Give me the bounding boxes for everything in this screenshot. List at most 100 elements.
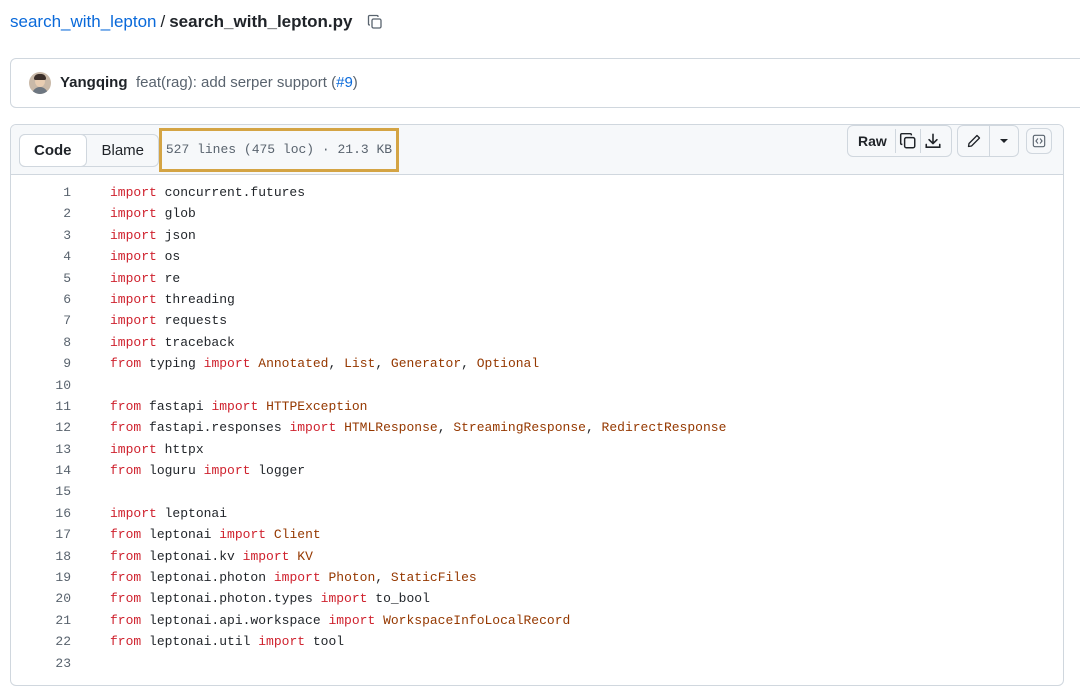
code-text: import leptonai (110, 503, 227, 524)
keyword-token: import (110, 185, 157, 200)
code-text: from leptonai import Client (110, 524, 321, 545)
line-number[interactable]: 21 (11, 610, 71, 631)
keyword-token: from (110, 463, 142, 479)
text-token: httpx (156, 441, 204, 457)
copy-raw-icon[interactable] (894, 129, 920, 153)
text-token: requests (156, 313, 228, 329)
avatar[interactable] (29, 72, 51, 94)
code-line: 3 import json (11, 225, 1063, 246)
text-token: to_bool (367, 591, 430, 607)
keyword-token: from (110, 591, 142, 607)
download-icon[interactable] (919, 129, 945, 153)
line-number[interactable]: 16 (11, 503, 71, 524)
code-line: 10 (11, 375, 1063, 396)
commit-pr-link[interactable]: #9 (336, 74, 353, 91)
line-number[interactable]: 7 (11, 310, 71, 331)
text-token: leptonai.util (141, 634, 259, 650)
code-line: 7 import requests (11, 310, 1063, 331)
identifier-token: Photon (328, 570, 376, 586)
code-line: 12 from fastapi.responses import HTMLResp… (11, 417, 1063, 438)
code-line: 6 import threading (11, 289, 1063, 310)
identifier-token: HTMLResponse (344, 420, 438, 436)
code-line: 23 (11, 653, 1063, 674)
text-token: , (328, 356, 345, 372)
keyword-token: from (110, 398, 142, 414)
code-line: 13 import httpx (11, 439, 1063, 460)
keyword-token: import (219, 527, 267, 543)
edit-button-group (957, 125, 1019, 157)
text-token: , (461, 356, 477, 372)
line-number[interactable]: 23 (11, 653, 71, 674)
identifier-token: WorkspaceInfoLocalRecord (383, 612, 571, 628)
identifier-token: StreamingResponse (453, 420, 586, 436)
raw-button-group: Raw (847, 125, 952, 157)
copy-path-icon[interactable] (367, 14, 383, 30)
keyword-token: import (203, 463, 251, 479)
text-token: , (375, 356, 391, 372)
line-number[interactable]: 20 (11, 588, 71, 609)
breadcrumb-repo-link[interactable]: search_with_lepton (10, 12, 156, 32)
file-viewer: Code Blame 527 lines (475 loc) · 21.3 KB… (10, 124, 1064, 686)
identifier-token: Generator (390, 356, 462, 372)
code-line: 17 from leptonai import Client (11, 524, 1063, 545)
commit-message-prefix: feat(rag): add serper support ( (136, 74, 337, 91)
commit-message-suffix: ) (352, 74, 358, 91)
commit-author[interactable]: Yangqing (60, 74, 128, 91)
pencil-icon[interactable] (958, 126, 990, 156)
line-number[interactable]: 9 (11, 353, 71, 374)
raw-button[interactable]: Raw (848, 133, 895, 149)
text-token: traceback (156, 334, 235, 350)
line-number[interactable]: 19 (11, 567, 71, 588)
identifier-token: StaticFiles (390, 570, 477, 586)
file-stats: 527 lines (475 loc) · 21.3 KB (159, 128, 399, 172)
keyword-token: import (203, 356, 251, 372)
identifier-token: List (344, 356, 376, 372)
identifier-token: Optional (476, 356, 540, 372)
keyword-token: import (258, 634, 306, 650)
breadcrumb-file-name: search_with_lepton.py (169, 12, 353, 31)
line-number[interactable]: 1 (11, 182, 71, 203)
code-tab[interactable]: Code (19, 134, 87, 167)
line-number[interactable]: 13 (11, 439, 71, 460)
text-token: loguru (141, 463, 204, 479)
line-number[interactable]: 22 (11, 631, 71, 652)
chevron-down-icon[interactable] (990, 138, 1018, 144)
line-number[interactable]: 4 (11, 246, 71, 267)
line-number[interactable]: 2 (11, 203, 71, 224)
code-text: import traceback (110, 332, 235, 353)
line-number[interactable]: 11 (11, 396, 71, 417)
view-mode-toggle: Code Blame (19, 134, 160, 167)
line-number[interactable]: 18 (11, 546, 71, 567)
text-token: typing (141, 356, 204, 372)
line-number[interactable]: 12 (11, 417, 71, 438)
text-token: concurrent.futures (156, 185, 306, 200)
symbols-panel-button[interactable] (1026, 128, 1052, 154)
code-line: 16 import leptonai (11, 503, 1063, 524)
line-number[interactable]: 3 (11, 225, 71, 246)
code-line: 1 import concurrent.futures (11, 182, 1063, 203)
line-number[interactable]: 17 (11, 524, 71, 545)
keyword-token: import (110, 227, 157, 243)
text-token: fastapi (141, 398, 212, 414)
identifier-token: Client (273, 527, 321, 543)
code-line: 5 import re (11, 268, 1063, 289)
code-text: from loguru import logger (110, 460, 305, 481)
blame-tab[interactable]: Blame (86, 135, 159, 166)
line-number[interactable]: 10 (11, 375, 71, 396)
code-line: 8 import traceback (11, 332, 1063, 353)
code-text: import threading (110, 289, 235, 310)
text-token: , (437, 420, 454, 436)
line-number[interactable]: 5 (11, 268, 71, 289)
commit-message[interactable]: feat(rag): add serper support (#9) (136, 74, 358, 91)
line-number[interactable]: 15 (11, 481, 71, 502)
code-line: 4 import os (11, 246, 1063, 267)
keyword-token: import (211, 398, 259, 414)
line-number[interactable]: 8 (11, 332, 71, 353)
text-token: leptonai.api.workspace (141, 612, 329, 628)
code-text: import glob (110, 203, 196, 224)
line-number[interactable]: 14 (11, 460, 71, 481)
line-number[interactable]: 6 (11, 289, 71, 310)
code-text: from leptonai.util import tool (110, 631, 344, 652)
